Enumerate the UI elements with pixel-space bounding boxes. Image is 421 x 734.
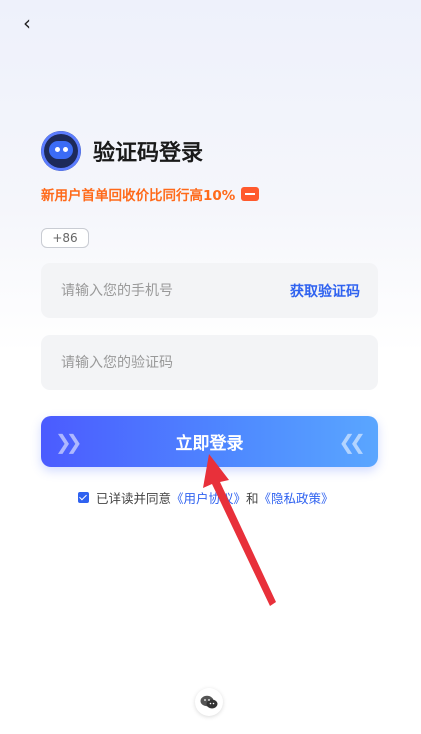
agreement-conjunction: 和 bbox=[246, 491, 259, 506]
double-chevron-left-icon: ❮❮ bbox=[338, 429, 365, 454]
code-field[interactable] bbox=[41, 335, 378, 390]
agreement-prefix: 已详读并同意 bbox=[96, 491, 172, 506]
user-agreement-link[interactable]: 《用户协议》 bbox=[171, 488, 246, 507]
chevron-left-icon: ‹ bbox=[23, 11, 31, 35]
wechat-login-button[interactable] bbox=[195, 688, 223, 716]
promo-banner: 新用户首单回收价比同行高10% bbox=[41, 184, 260, 204]
country-code-badge[interactable]: +86 bbox=[41, 228, 89, 248]
login-button-label: 立即登录 bbox=[175, 434, 244, 454]
agreement-row: 已详读并同意 《用户协议》 和 《隐私政策》 bbox=[78, 488, 334, 507]
wechat-icon bbox=[200, 695, 218, 708]
agreement-checkbox[interactable] bbox=[78, 492, 89, 503]
phone-input[interactable] bbox=[59, 281, 263, 300]
promo-text: 新用户首单回收价比同行高10% bbox=[41, 188, 236, 204]
verification-code-input[interactable] bbox=[59, 353, 263, 372]
page-title: 验证码登录 bbox=[93, 141, 204, 166]
privacy-policy-link[interactable]: 《隐私政策》 bbox=[259, 488, 334, 507]
robot-avatar-icon bbox=[41, 131, 81, 171]
phone-field[interactable]: 获取验证码 bbox=[41, 263, 378, 318]
get-code-button[interactable]: 获取验证码 bbox=[290, 281, 360, 301]
login-button[interactable]: ❯❯ 立即登录 ❮❮ bbox=[41, 416, 378, 467]
double-chevron-right-icon: ❯❯ bbox=[55, 429, 82, 454]
red-packet-icon bbox=[241, 187, 260, 201]
back-button[interactable]: ‹ bbox=[16, 12, 38, 34]
page-header: 验证码登录 bbox=[41, 131, 203, 171]
